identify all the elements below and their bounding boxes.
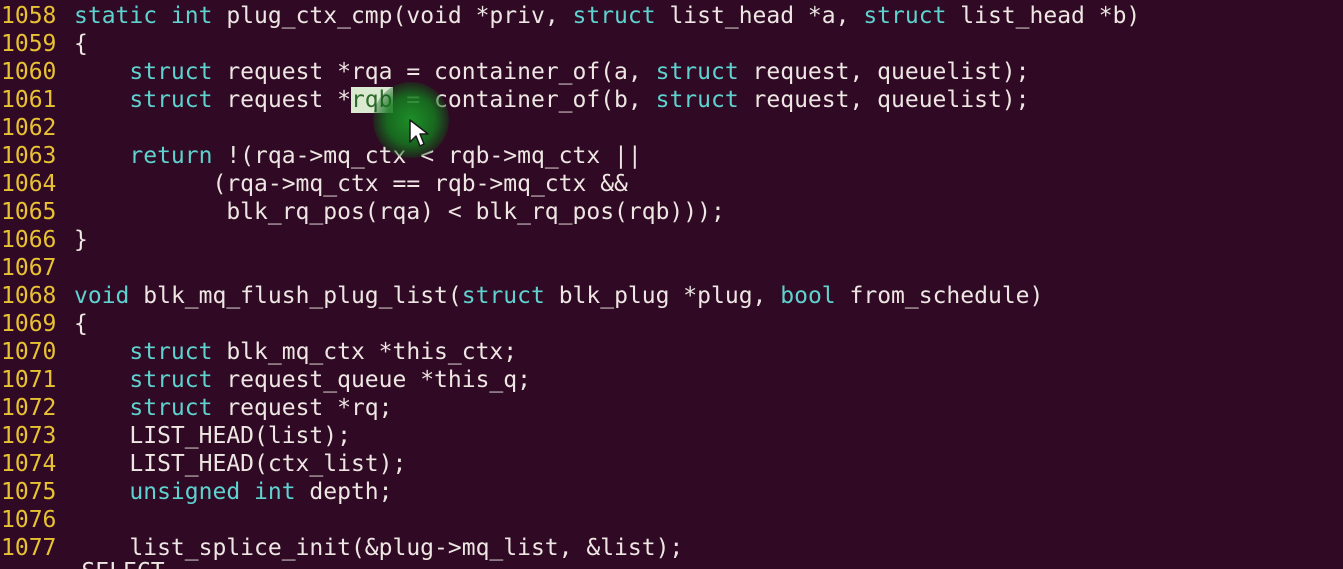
code-token: request_queue *this_q; [226, 367, 531, 393]
code-line[interactable]: 1073 LIST_HEAD(list); [0, 422, 1343, 450]
code-token: blk_mq_ctx *this_ctx; [226, 339, 518, 365]
line-number: 1069 [1, 311, 57, 337]
status-line: -- SELECT -- [0, 558, 206, 569]
code-token: } [74, 227, 88, 253]
code-token: blk_rq_pos(rqa) < blk_rq_pos(rqb))); [74, 199, 725, 225]
mouse-pointer-icon [409, 119, 429, 147]
keyword-token: unsigned int [129, 479, 310, 505]
line-number: 1059 [1, 31, 57, 57]
code-area[interactable]: 1058 static int plug_ctx_cmp(void *priv, … [0, 2, 1343, 562]
code-line[interactable]: 1062 [0, 114, 1343, 142]
code-token: LIST_HEAD(ctx_list); [74, 451, 407, 477]
code-line[interactable]: 1059 { [0, 30, 1343, 58]
line-number: 1076 [1, 507, 57, 533]
code-line[interactable]: 1061 struct request *rqb = container_of(… [0, 86, 1343, 114]
code-line[interactable]: 1076 [0, 506, 1343, 534]
code-token: request, queuelist); [752, 59, 1030, 85]
selected-token: rqb [350, 87, 393, 113]
keyword-token: struct [129, 367, 227, 393]
code-line[interactable]: 1074 LIST_HEAD(ctx_list); [0, 450, 1343, 478]
code-token: request *rq; [226, 395, 393, 421]
code-line[interactable]: 1060 struct request *rqa = container_of(… [0, 58, 1343, 86]
keyword-token: struct [655, 87, 753, 113]
code-token: !(rqa->mq_ctx < rqb->mq_ctx || [226, 143, 642, 169]
line-number: 1060 [1, 59, 57, 85]
keyword-token: struct [129, 395, 227, 421]
line-number: 1067 [1, 255, 57, 281]
code-token: plug_ctx_cmp(void *priv, [226, 3, 573, 29]
line-number: 1062 [1, 115, 57, 141]
keyword-token: struct [655, 59, 753, 85]
code-line[interactable]: 1067 [0, 254, 1343, 282]
code-line[interactable]: 1064 (rqa->mq_ctx == rqb->mq_ctx && [0, 170, 1343, 198]
line-number: 1071 [1, 367, 57, 393]
code-editor[interactable]: 1058 static int plug_ctx_cmp(void *priv, … [0, 0, 1343, 569]
line-number: 1066 [1, 227, 57, 253]
keyword-token: struct [863, 3, 961, 29]
code-line[interactable]: 1070 struct blk_mq_ctx *this_ctx; [0, 338, 1343, 366]
keyword-token: struct [572, 3, 670, 29]
line-number: 1065 [1, 199, 57, 225]
code-line[interactable]: 1071 struct request_queue *this_q; [0, 366, 1343, 394]
code-line[interactable]: 1069 { [0, 310, 1343, 338]
code-token: request *rqa = container_of(a, [226, 59, 656, 85]
code-line[interactable]: 1058 static int plug_ctx_cmp(void *priv, … [0, 2, 1343, 30]
code-token: { [74, 31, 88, 57]
keyword-token: struct [461, 283, 559, 309]
code-line[interactable]: 1075 unsigned int depth; [0, 478, 1343, 506]
line-number: 1068 [1, 283, 57, 309]
code-token: list_head *b) [960, 3, 1141, 29]
keyword-token: return [129, 143, 227, 169]
code-line[interactable]: 1065 blk_rq_pos(rqa) < blk_rq_pos(rqb)))… [0, 198, 1343, 226]
line-number: 1063 [1, 143, 57, 169]
code-token: blk_mq_flush_plug_list( [143, 283, 462, 309]
code-line[interactable]: 1066} [0, 226, 1343, 254]
code-token: { [74, 311, 88, 337]
keyword-token: void [74, 283, 144, 309]
keyword-token: static int [74, 3, 227, 29]
code-token: request, queuelist); [752, 87, 1030, 113]
code-token: = container_of(b, [392, 87, 656, 113]
code-line[interactable]: 1068 void blk_mq_flush_plug_list(struct b… [0, 282, 1343, 310]
line-number: 1075 [1, 479, 57, 505]
code-token: LIST_HEAD(list); [74, 423, 351, 449]
code-line[interactable]: 1072 struct request *rq; [0, 394, 1343, 422]
code-line[interactable]: 1063 return !(rqa->mq_ctx < rqb->mq_ctx … [0, 142, 1343, 170]
line-number: 1061 [1, 87, 57, 113]
line-number: 1070 [1, 339, 57, 365]
line-number: 1074 [1, 451, 57, 477]
line-number: 1073 [1, 423, 57, 449]
line-number: 1058 [1, 3, 57, 29]
code-token: request * [226, 87, 351, 113]
code-token: from_schedule) [849, 283, 1044, 309]
line-number: 1072 [1, 395, 57, 421]
keyword-token: struct [129, 87, 227, 113]
code-token: list_head *a, [669, 3, 864, 29]
code-token: (rqa->mq_ctx == rqb->mq_ctx && [74, 171, 628, 197]
code-token: depth; [309, 479, 393, 505]
code-token: blk_plug *plug, [558, 283, 781, 309]
keyword-token: struct [129, 339, 227, 365]
keyword-token: struct [129, 59, 227, 85]
line-number: 1064 [1, 171, 57, 197]
keyword-token: bool [780, 283, 850, 309]
